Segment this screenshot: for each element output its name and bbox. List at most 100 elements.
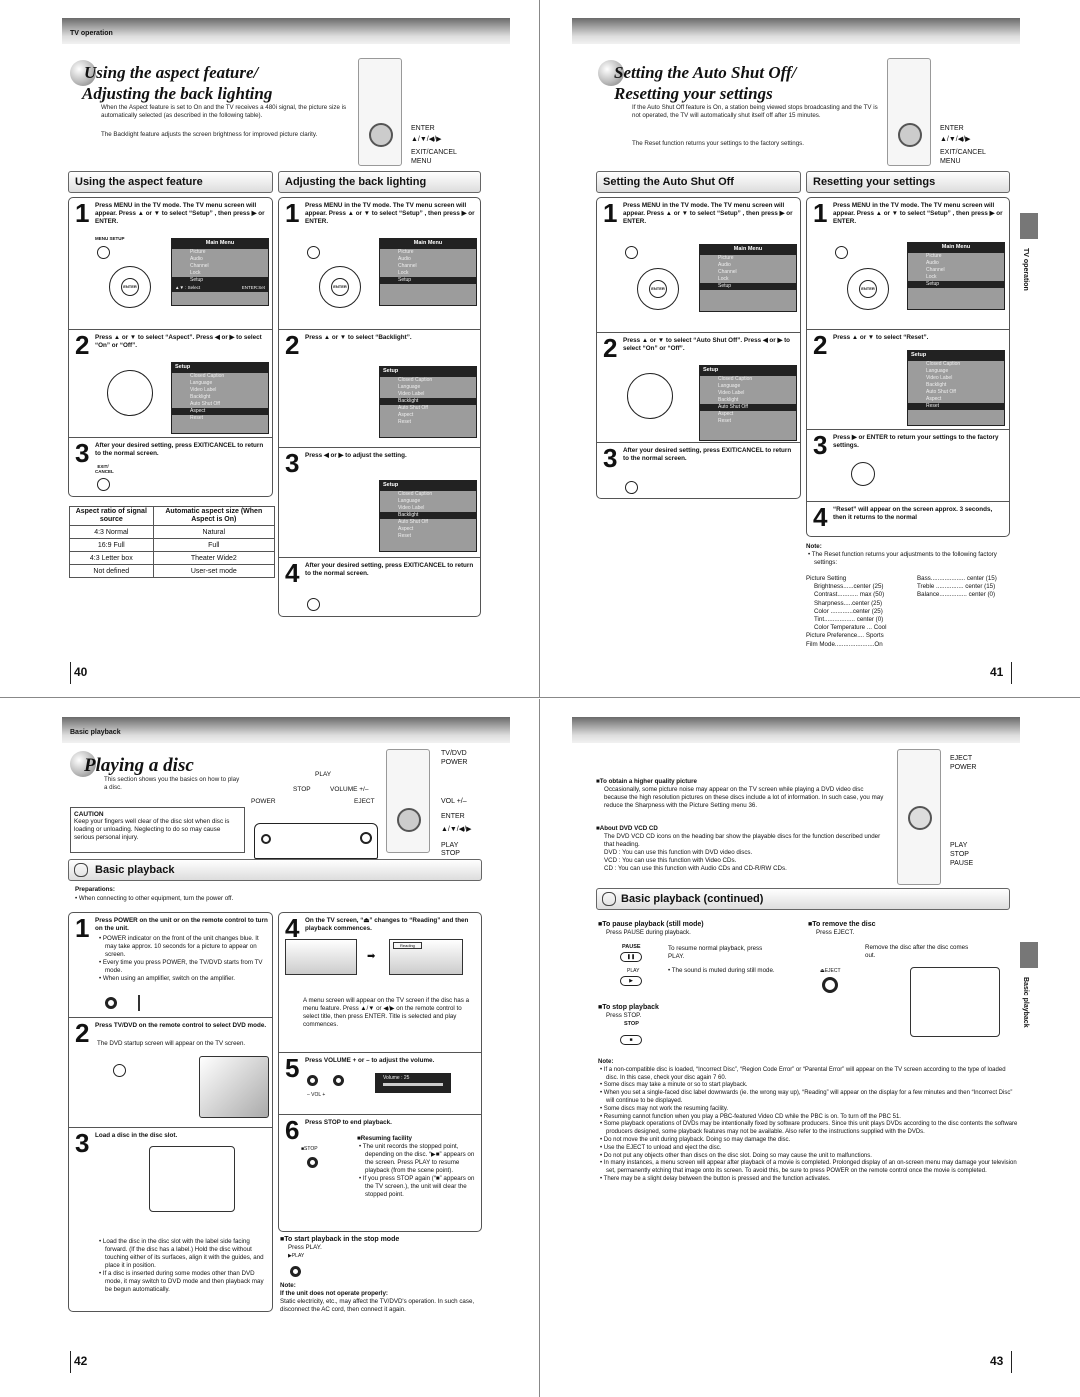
aspect-steps-box: 1 Press MENU in the TV mode. The TV menu…: [68, 197, 273, 497]
step-1: 1 Press MENU in the TV mode. The TV menu…: [597, 198, 800, 333]
page-number: 42: [74, 1354, 88, 1368]
eject-button-icon: [360, 832, 372, 844]
power-button-icon: [105, 997, 117, 1009]
table-row: 4:3 Normal Natural: [69, 525, 276, 539]
page-40: TV operation Using the aspect feature/ A…: [0, 0, 540, 698]
page-41: Setting the Auto Shut Off/ Resetting you…: [540, 0, 1080, 698]
intro-text: When the Aspect feature is set to On and…: [101, 104, 347, 119]
play-button-icon: [290, 1266, 301, 1277]
side-tab-label: Basic playback: [1022, 977, 1029, 1028]
step-1: 1 Press POWER on the unit or on the remo…: [69, 913, 272, 1018]
page-42: Basic playback Playing a disc This secti…: [0, 699, 540, 1397]
step-2: 2 Press TV/DVD on the remote control to …: [69, 1018, 272, 1128]
table-row: 16:9 Full Full: [69, 538, 276, 552]
remote-label: EXIT/CANCEL: [940, 149, 986, 156]
intro-text-2: The Reset function returns your settings…: [632, 140, 804, 147]
side-tab-label: TV operation: [1022, 248, 1029, 291]
pause-section: To pause playback (still mode) Press PAU…: [598, 921, 798, 937]
exit-cancel-button-icon: [625, 481, 638, 494]
page-title-line1: Setting the Auto Shut Off/: [614, 63, 797, 82]
step-6: 6 Press STOP to end playback. ■STOP Resu…: [279, 1115, 481, 1233]
section-heading-autoshut: Setting the Auto Shut Off: [596, 171, 801, 193]
step-4: 4 After your desired setting, press EXIT…: [279, 558, 480, 618]
eject-button-icon: [822, 977, 838, 993]
factory-settings-left: Picture Setting Brightness......center (…: [806, 575, 887, 648]
step-2: 2 Press ▲ or ▼ to select “Aspect”. Press…: [69, 330, 272, 438]
remote-label: ENTER: [411, 125, 435, 132]
dpad-icon: [397, 808, 421, 832]
step-4: 4 “Reset” will appear on the screen appr…: [813, 502, 993, 532]
vol-minus-button-icon: [307, 1075, 318, 1086]
power-button-icon: [261, 834, 271, 844]
factory-settings-right: Bass.................... center (15) Tre…: [917, 575, 997, 599]
remote-label: MENU: [940, 158, 961, 165]
dpad-icon: [107, 370, 153, 416]
page-number: 40: [74, 665, 88, 679]
menu-setup-button-icon: [97, 246, 110, 259]
intro-text: This section shows you the basics on how…: [104, 776, 240, 791]
remote-label: EXIT/CANCEL: [411, 149, 457, 156]
menu-setup-button-icon: [307, 246, 320, 259]
enter-button-icon: [851, 462, 875, 486]
step-4: 4 On the TV screen, “⏏” changes to “Read…: [279, 913, 481, 1053]
remote-control-illustration: [386, 749, 430, 853]
main-menu-osd: Main Menu Picture Audio Channel Lock Set…: [379, 238, 477, 306]
dpad-icon: ENTER: [637, 268, 679, 310]
troubleshooting-note: Note: If the unit does not operate prope…: [280, 1282, 475, 1313]
dpad-icon: ENTER: [319, 266, 361, 308]
main-menu-osd: Main Menu Picture Audio Channel Lock Set…: [171, 238, 269, 306]
setup-menu-osd: Setup Closed Caption Language Video Labe…: [379, 480, 477, 552]
table-header-row: Aspect ratio of signal source Automatic …: [69, 506, 276, 526]
stop-section: To stop playback Press STOP. STOP: [598, 1004, 798, 1028]
section-header-bar: Basic playback: [62, 717, 510, 743]
section-header-bar: [572, 717, 1020, 743]
stop-button: ■: [620, 1035, 642, 1045]
power-indicator-icon: [138, 995, 140, 1011]
remove-disc-section: To remove the disc Press EJECT.: [808, 921, 1008, 937]
page-title-line1: Using the aspect feature/: [84, 63, 259, 82]
playback-notes: Note: • If a non-compatible disc is load…: [598, 1059, 1018, 1182]
tv-disc-loading-illustration: [149, 1146, 235, 1212]
dpad-icon: [898, 123, 922, 147]
higher-quality-section: To obtain a higher quality picture Occas…: [596, 778, 886, 810]
intro-text-2: The Backlight feature adjusts the screen…: [101, 131, 318, 138]
step-3: 3 After your desired setting, press EXIT…: [597, 443, 800, 500]
caution-box: CAUTION Keep your fingers well clear of …: [70, 807, 245, 853]
page-number: 43: [990, 1354, 1004, 1368]
setup-menu-osd: Setup Closed Caption Language Video Labe…: [171, 362, 269, 434]
page-number: 41: [990, 665, 1004, 679]
step-1: 1 Press MENU in the TV mode. The TV menu…: [69, 198, 272, 330]
remote-label: ENTER: [940, 125, 964, 132]
aspect-table: Aspect ratio of signal source Automatic …: [69, 506, 276, 578]
volume-osd: Volume : 25: [375, 1073, 451, 1093]
main-menu-osd: Main Menu Picture Audio Channel Lock Set…: [699, 244, 797, 312]
vol-plus-button-icon: [333, 1075, 344, 1086]
page-title: Playing a disc: [84, 755, 194, 776]
step-3: 3 Press ▶ or ENTER to return your settin…: [807, 430, 1009, 502]
menu-setup-button-icon: [625, 246, 638, 259]
play-button: ▶: [620, 976, 642, 986]
section-header-bar: [572, 18, 1020, 44]
intro-text: If the Auto Shut Off feature is On, a st…: [632, 104, 878, 119]
setup-menu-osd: Setup Closed Caption Language Video Labe…: [699, 365, 797, 441]
dpad-icon: [908, 806, 932, 830]
disc-type-icon: [74, 863, 88, 877]
section-heading-backlight: Adjusting the back lighting: [278, 171, 481, 193]
side-tab-marker: [1020, 942, 1038, 968]
dpad-icon: ENTER: [109, 266, 151, 308]
exit-cancel-button-icon: [307, 598, 320, 611]
step-3: 3 After your desired setting, press EXIT…: [69, 438, 272, 498]
page-title-line2: Resetting your settings: [614, 84, 773, 103]
main-menu-osd: Main Menu Picture Audio Channel Lock Set…: [907, 242, 1005, 310]
reset-note: Note: • The Reset function returns your …: [806, 543, 997, 566]
page-43: EJECT POWER PLAY STOP PAUSE To obtain a …: [540, 699, 1080, 1397]
remote-control-illustration: [887, 58, 931, 166]
section-heading-aspect: Using the aspect feature: [68, 171, 273, 193]
table-row: Not defined User-set mode: [69, 564, 276, 578]
playback-steps-box-left: 1 Press POWER on the unit or on the remo…: [68, 912, 273, 1312]
dpad-icon: ENTER: [847, 268, 889, 310]
unit-front-panel-illustration: [254, 823, 378, 859]
section-heading-basic-playback: Basic playback: [68, 859, 482, 881]
dpad-icon: [369, 123, 393, 147]
stop-button-icon: [307, 1157, 318, 1168]
